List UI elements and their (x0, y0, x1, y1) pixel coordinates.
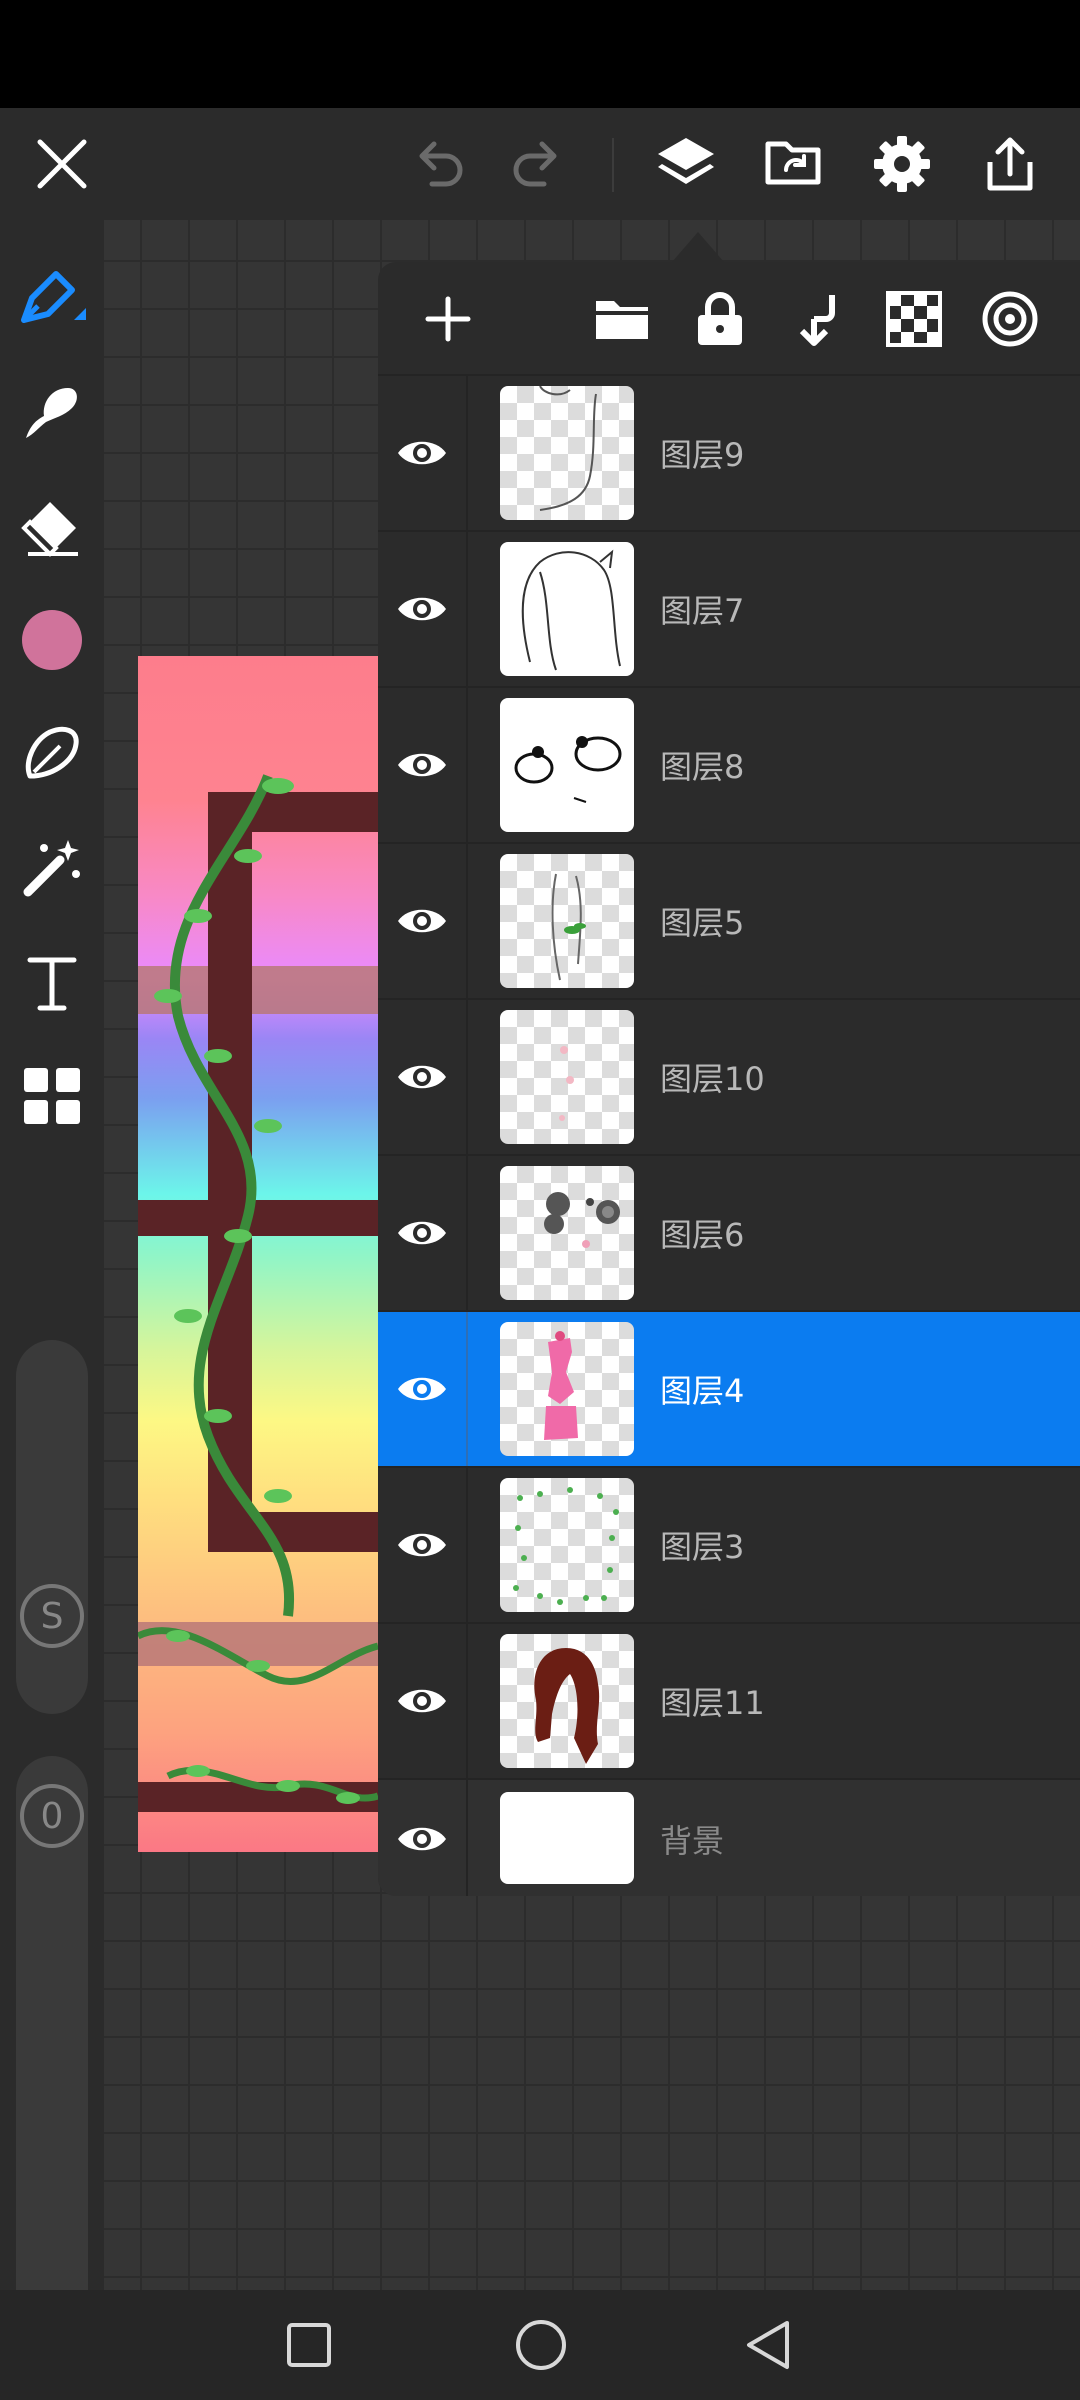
grid-icon[interactable] (16, 1060, 88, 1132)
layer-thumbnail (500, 542, 634, 676)
layer-panel-pointer (672, 232, 724, 262)
redo-icon[interactable] (500, 128, 572, 200)
layer-row[interactable]: 图层10 (378, 1000, 1080, 1156)
visibility-eye-icon[interactable] (378, 532, 468, 686)
visibility-eye-icon[interactable] (378, 1468, 468, 1622)
pen-icon[interactable] (16, 262, 88, 334)
layer-thumbnail (500, 698, 634, 832)
import-icon[interactable] (758, 128, 830, 200)
brush-opacity-badge: 0 (20, 1784, 84, 1848)
visibility-eye-icon[interactable] (378, 1624, 468, 1778)
layer-name: 图层8 (660, 748, 745, 786)
layer-name: 图层6 (660, 1216, 745, 1254)
checkerboard-icon[interactable] (878, 283, 950, 355)
layer-name: 图层3 (660, 1528, 745, 1566)
layer-row[interactable]: 图层8 (378, 688, 1080, 844)
visibility-eye-icon[interactable] (378, 1156, 468, 1310)
eraser-icon[interactable] (16, 490, 88, 562)
smudge-icon[interactable] (16, 376, 88, 448)
layer-row[interactable]: 图层11 (378, 1624, 1080, 1780)
layer-panel: 图层9 图层7 图层8 图层5 图层10 图层6 图层4 图层3 图层11 背景 (378, 262, 1080, 1896)
layer-panel-header (378, 262, 1080, 376)
layer-thumbnail (500, 386, 634, 520)
layer-name: 图层4 (660, 1372, 745, 1410)
lock-icon[interactable] (684, 283, 756, 355)
color-swatch[interactable] (16, 604, 88, 676)
system-nav-bar (0, 2290, 1080, 2400)
brush-opacity-slider[interactable] (16, 1756, 88, 2370)
lasso-icon[interactable] (16, 718, 88, 790)
layer-name: 图层10 (660, 1060, 765, 1098)
visibility-eye-icon[interactable] (378, 844, 468, 998)
magic-wand-icon[interactable] (16, 832, 88, 904)
layer-thumbnail (500, 1634, 634, 1768)
brush-size-slider[interactable] (16, 1340, 88, 1714)
layer-thumbnail (500, 1478, 634, 1612)
layer-name: 图层7 (660, 592, 745, 630)
layer-thumbnail (500, 1166, 634, 1300)
layer-row[interactable]: 图层5 (378, 844, 1080, 1000)
text-icon[interactable] (16, 946, 88, 1018)
app-root: S 0 图层9 图层7 图层8 图层5 图层10 图层6 图层4 图层3 图层1… (0, 0, 1080, 2400)
visibility-eye-icon[interactable] (378, 1312, 468, 1466)
visibility-eye-icon[interactable] (378, 376, 468, 530)
layer-row[interactable]: 图层3 (378, 1468, 1080, 1624)
status-bar (0, 0, 1080, 108)
close-icon[interactable] (26, 128, 98, 200)
target-icon[interactable] (974, 283, 1046, 355)
undo-icon[interactable] (404, 128, 476, 200)
recents-square-icon[interactable] (276, 2312, 342, 2378)
folder-icon[interactable] (586, 283, 658, 355)
background-layer-row[interactable]: 背景 (378, 1780, 1080, 1896)
left-toolbar: S 0 (0, 220, 104, 2370)
layer-row[interactable]: 图层7 (378, 532, 1080, 688)
layer-thumbnail (500, 1322, 634, 1456)
add-icon[interactable] (412, 283, 484, 355)
artwork-preview (138, 656, 378, 1852)
brush-size-badge: S (20, 1584, 84, 1648)
top-toolbar (0, 108, 1080, 220)
layers-icon[interactable] (650, 128, 722, 200)
layer-row[interactable]: 图层6 (378, 1156, 1080, 1312)
layer-name: 图层9 (660, 436, 745, 474)
settings-icon[interactable] (866, 128, 938, 200)
merge-down-icon[interactable] (782, 283, 854, 355)
visibility-eye-icon[interactable] (378, 1780, 468, 1896)
vine-decoration (138, 774, 378, 1804)
layer-name: 图层11 (660, 1684, 765, 1722)
layer-thumbnail (500, 854, 634, 988)
layer-thumbnail (500, 1792, 634, 1884)
home-circle-icon[interactable] (508, 2312, 574, 2378)
visibility-eye-icon[interactable] (378, 1000, 468, 1154)
layer-row-selected[interactable]: 图层4 (378, 1312, 1080, 1468)
back-triangle-icon[interactable] (736, 2312, 802, 2378)
share-icon[interactable] (974, 128, 1046, 200)
layer-name: 背景 (660, 1822, 725, 1860)
toolbar-divider (612, 138, 614, 192)
visibility-eye-icon[interactable] (378, 688, 468, 842)
layer-row[interactable]: 图层9 (378, 376, 1080, 532)
layer-name: 图层5 (660, 904, 745, 942)
layer-thumbnail (500, 1010, 634, 1144)
